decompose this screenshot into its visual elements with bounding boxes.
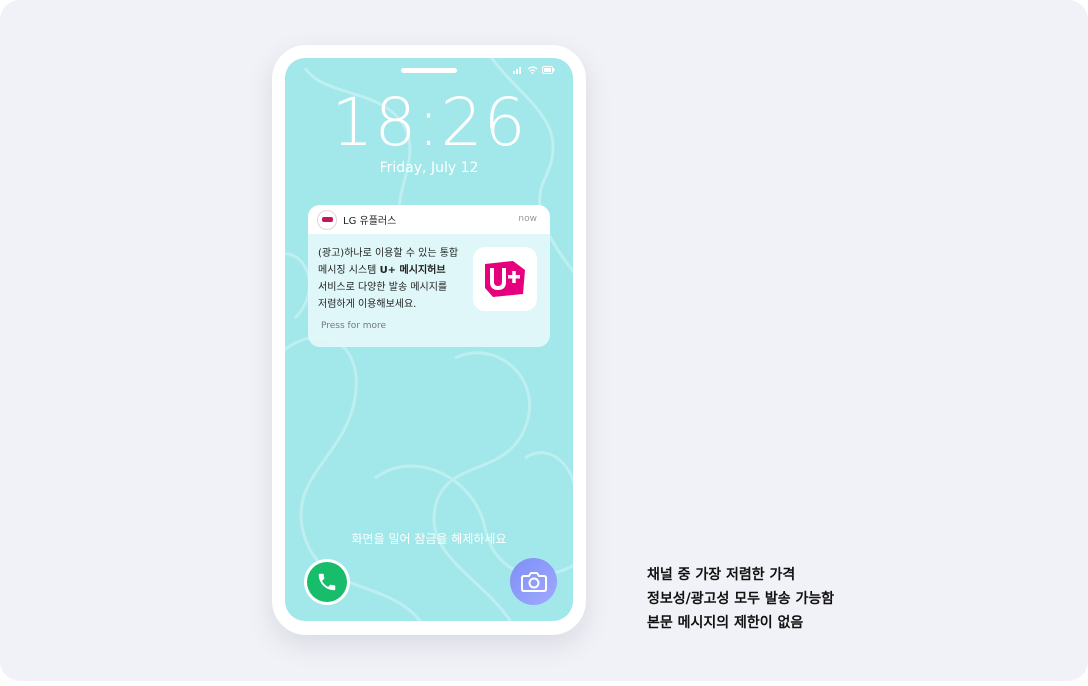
feature-item: 정보성/광고성 모두 발송 가능함 [647,591,835,607]
message-line: (광고)하나로 이용할 수 있는 통합 [318,248,459,259]
message-bold-text: U+ 메시지허브 [379,265,446,276]
call-button[interactable] [304,559,350,605]
uplus-logo-icon [485,261,525,297]
notification-time: now [518,214,537,224]
battery-icon [542,66,555,74]
call-button-inner [307,562,347,602]
phone-mockup: 18:26 Friday, July 12 LG 유플러스 now (광고)하나… [272,45,586,635]
uplus-thumbnail [473,247,537,311]
notification-header: LG 유플러스 now [308,205,550,234]
press-for-more-hint: Press for more [321,321,387,331]
signal-icon [513,67,521,74]
status-bar [513,66,555,74]
wifi-icon [527,66,538,74]
phone-icon [318,573,336,591]
message-line: 서비스로 다양한 발송 메시지를 [318,282,448,293]
unlock-hint: 화면을 밀어 잠금을 해제하세요 [351,532,507,546]
feature-item: 본문 메시지의 제한이 없음 [647,615,804,631]
speaker-notch [401,68,457,73]
notification-message: (광고)하나로 이용할 수 있는 통합 메시징 시스템 U+ 메시지허브 서비스… [318,245,470,313]
lock-date: Friday, July 12 [379,160,479,176]
lg-uplus-logo-icon [317,209,337,230]
lock-screen: 18:26 Friday, July 12 LG 유플러스 now (광고)하나… [285,58,573,621]
message-line: 저렴하게 이용해보세요. [318,299,417,310]
feature-item: 채널 중 가장 저렴한 가격 [647,567,796,583]
message-text: 메시징 시스템 [318,265,380,276]
message-line: 메시징 시스템 U+ 메시지허브 [318,262,470,279]
camera-button[interactable] [510,558,557,605]
feature-list: 채널 중 가장 저렴한 가격 정보성/광고성 모두 발송 가능함 본문 메시지의… [647,563,834,635]
notification-card[interactable]: LG 유플러스 now (광고)하나로 이용할 수 있는 통합 메시징 시스템 … [308,205,550,347]
notification-app-name: LG 유플러스 [343,216,397,227]
lock-clock: 18:26 [331,84,527,161]
camera-icon [520,571,547,592]
